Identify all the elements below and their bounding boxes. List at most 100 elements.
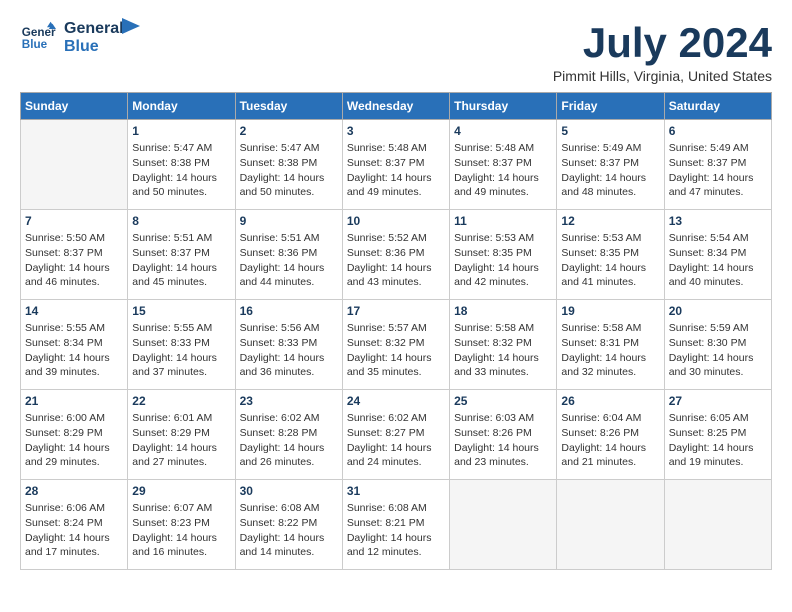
day-number: 17	[347, 304, 445, 318]
calendar-cell: 14Sunrise: 5:55 AM Sunset: 8:34 PM Dayli…	[21, 300, 128, 390]
calendar-cell: 25Sunrise: 6:03 AM Sunset: 8:26 PM Dayli…	[450, 390, 557, 480]
day-number: 30	[240, 484, 338, 498]
weekday-header-wednesday: Wednesday	[342, 93, 449, 120]
day-number: 5	[561, 124, 659, 138]
day-number: 26	[561, 394, 659, 408]
day-info: Sunrise: 5:49 AM Sunset: 8:37 PM Dayligh…	[669, 141, 767, 200]
day-number: 20	[669, 304, 767, 318]
day-info: Sunrise: 6:03 AM Sunset: 8:26 PM Dayligh…	[454, 411, 552, 470]
day-number: 8	[132, 214, 230, 228]
day-info: Sunrise: 6:02 AM Sunset: 8:27 PM Dayligh…	[347, 411, 445, 470]
calendar-header-row: SundayMondayTuesdayWednesdayThursdayFrid…	[21, 93, 772, 120]
day-info: Sunrise: 6:06 AM Sunset: 8:24 PM Dayligh…	[25, 501, 123, 560]
calendar-cell: 26 Sunrise: 6:04 AM Sunset: 8:26 PM Dayli…	[557, 390, 664, 480]
day-number: 3	[347, 124, 445, 138]
day-info: Sunrise: 5:48 AM Sunset: 8:37 PM Dayligh…	[454, 141, 552, 200]
logo-flag-icon	[122, 18, 142, 48]
day-number: 7	[25, 214, 123, 228]
calendar-cell: 23Sunrise: 6:02 AM Sunset: 8:28 PM Dayli…	[235, 390, 342, 480]
svg-text:Blue: Blue	[22, 38, 48, 51]
calendar-cell: 5Sunrise: 5:49 AM Sunset: 8:37 PM Daylig…	[557, 120, 664, 210]
day-number: 27	[669, 394, 767, 408]
day-info: Sunrise: 5:50 AM Sunset: 8:37 PM Dayligh…	[25, 231, 123, 290]
day-number: 4	[454, 124, 552, 138]
weekday-header-saturday: Saturday	[664, 93, 771, 120]
calendar-cell: 1 Sunrise: 5:47 AM Sunset: 8:38 PM Daylig…	[128, 120, 235, 210]
day-number: 22	[132, 394, 230, 408]
day-number: 31	[347, 484, 445, 498]
calendar-cell: 3 Sunrise: 5:48 AM Sunset: 8:37 PM Daylig…	[342, 120, 449, 210]
day-info: Sunrise: 6:04 AM Sunset: 8:26 PM Dayligh…	[561, 411, 659, 470]
calendar-cell: 2 Sunrise: 5:47 AM Sunset: 8:38 PM Daylig…	[235, 120, 342, 210]
day-info: Sunrise: 5:58 AM Sunset: 8:31 PM Dayligh…	[561, 321, 659, 380]
day-info: Sunrise: 6:00 AM Sunset: 8:29 PM Dayligh…	[25, 411, 123, 470]
day-info: Sunrise: 5:57 AM Sunset: 8:32 PM Dayligh…	[347, 321, 445, 380]
day-number: 9	[240, 214, 338, 228]
logo-icon: General Blue	[20, 20, 56, 56]
calendar-cell: 15 Sunrise: 5:55 AM Sunset: 8:33 PM Dayli…	[128, 300, 235, 390]
day-number: 18	[454, 304, 552, 318]
logo: General Blue General Blue	[20, 20, 142, 56]
weekday-header-thursday: Thursday	[450, 93, 557, 120]
day-number: 6	[669, 124, 767, 138]
calendar-table: SundayMondayTuesdayWednesdayThursdayFrid…	[20, 92, 772, 570]
day-number: 15	[132, 304, 230, 318]
calendar-cell: 6 Sunrise: 5:49 AM Sunset: 8:37 PM Daylig…	[664, 120, 771, 210]
calendar-cell: 4 Sunrise: 5:48 AM Sunset: 8:37 PM Daylig…	[450, 120, 557, 210]
day-number: 11	[454, 214, 552, 228]
day-info: Sunrise: 5:55 AM Sunset: 8:34 PM Dayligh…	[25, 321, 123, 380]
day-info: Sunrise: 5:58 AM Sunset: 8:32 PM Dayligh…	[454, 321, 552, 380]
day-number: 13	[669, 214, 767, 228]
weekday-header-friday: Friday	[557, 93, 664, 120]
day-number: 21	[25, 394, 123, 408]
day-info: Sunrise: 6:08 AM Sunset: 8:21 PM Dayligh…	[347, 501, 445, 560]
day-number: 29	[132, 484, 230, 498]
calendar-cell: 27Sunrise: 6:05 AM Sunset: 8:25 PM Dayli…	[664, 390, 771, 480]
calendar-cell	[664, 480, 771, 570]
day-info: Sunrise: 5:59 AM Sunset: 8:30 PM Dayligh…	[669, 321, 767, 380]
calendar-cell: 21 Sunrise: 6:00 AM Sunset: 8:29 PM Dayli…	[21, 390, 128, 480]
weekday-header-tuesday: Tuesday	[235, 93, 342, 120]
weekday-header-sunday: Sunday	[21, 93, 128, 120]
day-number: 19	[561, 304, 659, 318]
day-number: 16	[240, 304, 338, 318]
day-info: Sunrise: 5:53 AM Sunset: 8:35 PM Dayligh…	[561, 231, 659, 290]
month-title: July 2024	[553, 20, 772, 66]
calendar-cell: 24Sunrise: 6:02 AM Sunset: 8:27 PM Dayli…	[342, 390, 449, 480]
calendar-week-row: 7 Sunrise: 5:50 AM Sunset: 8:37 PM Daylig…	[21, 210, 772, 300]
day-number: 28	[25, 484, 123, 498]
day-number: 2	[240, 124, 338, 138]
day-info: Sunrise: 5:52 AM Sunset: 8:36 PM Dayligh…	[347, 231, 445, 290]
calendar-cell	[557, 480, 664, 570]
logo-blue: Blue	[64, 38, 124, 56]
calendar-cell: 17 Sunrise: 5:57 AM Sunset: 8:32 PM Dayli…	[342, 300, 449, 390]
day-info: Sunrise: 5:51 AM Sunset: 8:37 PM Dayligh…	[132, 231, 230, 290]
day-info: Sunrise: 5:56 AM Sunset: 8:33 PM Dayligh…	[240, 321, 338, 380]
location: Pimmit Hills, Virginia, United States	[553, 68, 772, 84]
day-info: Sunrise: 5:47 AM Sunset: 8:38 PM Dayligh…	[132, 141, 230, 200]
day-info: Sunrise: 5:51 AM Sunset: 8:36 PM Dayligh…	[240, 231, 338, 290]
logo-general: General	[64, 20, 124, 38]
calendar-cell	[21, 120, 128, 210]
calendar-week-row: 28 Sunrise: 6:06 AM Sunset: 8:24 PM Dayli…	[21, 480, 772, 570]
day-info: Sunrise: 5:48 AM Sunset: 8:37 PM Dayligh…	[347, 141, 445, 200]
calendar-cell: 30Sunrise: 6:08 AM Sunset: 8:22 PM Dayli…	[235, 480, 342, 570]
day-number: 12	[561, 214, 659, 228]
calendar-week-row: 14Sunrise: 5:55 AM Sunset: 8:34 PM Dayli…	[21, 300, 772, 390]
day-info: Sunrise: 6:07 AM Sunset: 8:23 PM Dayligh…	[132, 501, 230, 560]
calendar-week-row: 21 Sunrise: 6:00 AM Sunset: 8:29 PM Dayli…	[21, 390, 772, 480]
calendar-cell: 31 Sunrise: 6:08 AM Sunset: 8:21 PM Dayli…	[342, 480, 449, 570]
calendar-cell: 10Sunrise: 5:52 AM Sunset: 8:36 PM Dayli…	[342, 210, 449, 300]
day-info: Sunrise: 5:47 AM Sunset: 8:38 PM Dayligh…	[240, 141, 338, 200]
day-number: 1	[132, 124, 230, 138]
calendar-cell: 9 Sunrise: 5:51 AM Sunset: 8:36 PM Daylig…	[235, 210, 342, 300]
calendar-week-row: 1 Sunrise: 5:47 AM Sunset: 8:38 PM Daylig…	[21, 120, 772, 210]
page-header: General Blue General Blue July 2024 Pimm…	[20, 20, 772, 84]
calendar-cell: 29 Sunrise: 6:07 AM Sunset: 8:23 PM Dayli…	[128, 480, 235, 570]
calendar-cell: 20 Sunrise: 5:59 AM Sunset: 8:30 PM Dayli…	[664, 300, 771, 390]
day-info: Sunrise: 6:02 AM Sunset: 8:28 PM Dayligh…	[240, 411, 338, 470]
day-info: Sunrise: 5:55 AM Sunset: 8:33 PM Dayligh…	[132, 321, 230, 380]
calendar-cell: 7 Sunrise: 5:50 AM Sunset: 8:37 PM Daylig…	[21, 210, 128, 300]
day-info: Sunrise: 6:01 AM Sunset: 8:29 PM Dayligh…	[132, 411, 230, 470]
title-area: July 2024 Pimmit Hills, Virginia, United…	[553, 20, 772, 84]
